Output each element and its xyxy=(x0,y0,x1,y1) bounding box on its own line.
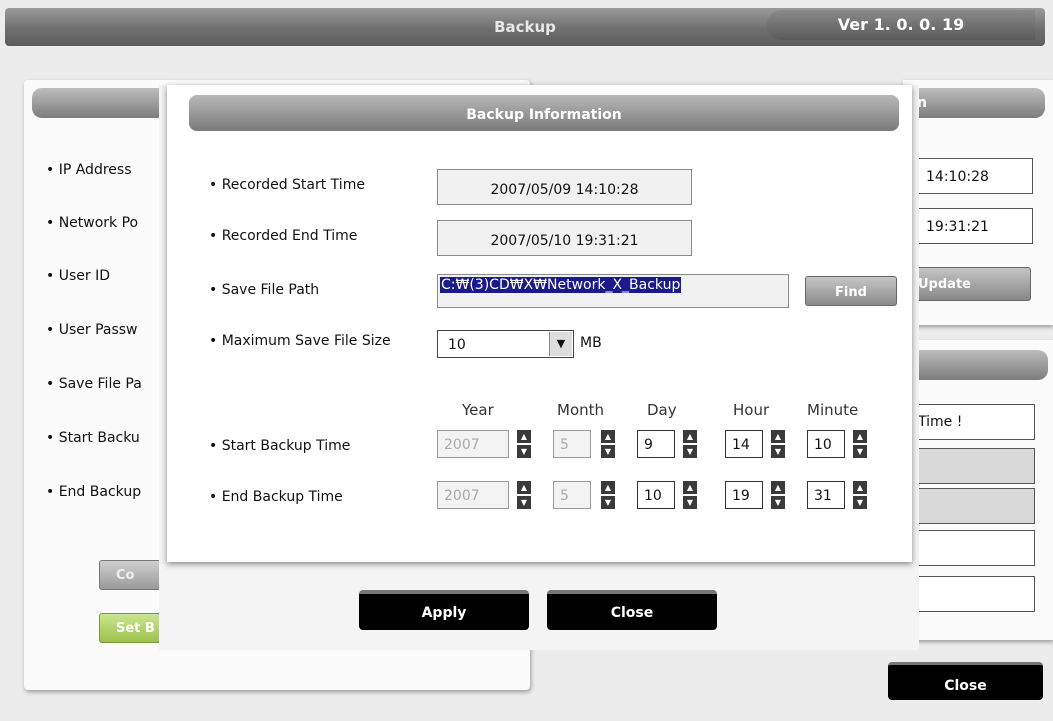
update-button[interactable]: Update xyxy=(913,267,1031,301)
spin-down-icon: ▼ xyxy=(601,496,615,509)
spin-up-icon: ▲ xyxy=(601,430,615,443)
dialog-title: Backup Information xyxy=(189,95,899,131)
recorded-end-value: 2007/05/10 19:31:21 xyxy=(437,220,692,256)
max-size-unit: MB xyxy=(580,335,602,351)
month-header: Month xyxy=(557,401,605,419)
apply-button[interactable]: Apply xyxy=(359,590,529,630)
start-backup-time-label: • Start Backup Time xyxy=(209,438,351,454)
hour-header: Hour xyxy=(733,401,770,419)
user-id-label: • User ID xyxy=(46,268,110,284)
user-password-label: • User Passw xyxy=(46,322,138,338)
spin-up-icon[interactable]: ▲ xyxy=(771,481,785,494)
end-minute-field[interactable]: 31 xyxy=(807,481,845,509)
max-size-value: 10 xyxy=(448,337,466,353)
status-message: Time ! xyxy=(913,404,1035,440)
save-file-path-label: • Save File Pa xyxy=(46,376,142,392)
start-month-field: 5 xyxy=(553,430,591,458)
backup-information-dialog: Backup Information • Recorded Start Time… xyxy=(159,85,919,650)
minute-header: Minute xyxy=(807,401,859,419)
status-panel: Time ! xyxy=(903,340,1053,640)
start-minute-spinner[interactable]: ▲ ▼ xyxy=(853,430,867,458)
record-info-header: n xyxy=(903,88,1045,118)
spin-up-icon: ▲ xyxy=(601,481,615,494)
spin-up-icon[interactable]: ▲ xyxy=(683,481,697,494)
end-day-field[interactable]: 10 xyxy=(637,481,675,509)
status-cell xyxy=(913,530,1035,566)
dialog-body: Backup Information • Recorded Start Time… xyxy=(167,85,912,562)
start-year-spinner: ▲ ▼ xyxy=(517,430,531,458)
day-header: Day xyxy=(647,401,677,419)
spin-down-icon: ▼ xyxy=(517,496,531,509)
spin-down-icon: ▼ xyxy=(517,445,531,458)
spin-down-icon[interactable]: ▼ xyxy=(683,496,697,509)
end-backup-label: • End Backup xyxy=(46,484,142,500)
save-path-label: • Save File Path xyxy=(209,282,320,298)
start-hour-field[interactable]: 14 xyxy=(725,430,763,458)
ip-address-label: • IP Address xyxy=(46,162,132,178)
spin-down-icon[interactable]: ▼ xyxy=(683,445,697,458)
record-start-time-value: 14:10:28 xyxy=(913,158,1033,194)
spin-down-icon[interactable]: ▼ xyxy=(771,445,785,458)
spin-up-icon: ▲ xyxy=(517,430,531,443)
dropdown-arrow-icon[interactable]: ▼ xyxy=(549,332,572,356)
start-year-field: 2007 xyxy=(437,430,509,458)
start-day-field[interactable]: 9 xyxy=(637,430,675,458)
end-month-spinner: ▲ ▼ xyxy=(601,481,615,509)
find-button[interactable]: Find xyxy=(805,276,897,306)
recorded-start-label: • Recorded Start Time xyxy=(209,177,365,193)
status-panel-header xyxy=(903,350,1048,380)
year-header: Year xyxy=(462,401,494,419)
start-hour-spinner[interactable]: ▲ ▼ xyxy=(771,430,785,458)
status-cell xyxy=(913,488,1035,524)
max-size-label: • Maximum Save File Size xyxy=(209,333,391,349)
main-close-button[interactable]: Close xyxy=(888,662,1043,700)
version-label: Ver 1. 0. 0. 19 xyxy=(767,10,1035,40)
start-minute-field[interactable]: 10 xyxy=(807,430,845,458)
window-titlebar: Backup Ver 1. 0. 0. 19 xyxy=(5,8,1045,46)
end-backup-time-label: • End Backup Time xyxy=(209,489,343,505)
spin-down-icon[interactable]: ▼ xyxy=(853,496,867,509)
save-path-input[interactable]: C:₩(3)CD₩X₩Network_X_Backup xyxy=(437,274,789,308)
spin-up-icon[interactable]: ▲ xyxy=(853,430,867,443)
end-year-field: 2007 xyxy=(437,481,509,509)
status-cell xyxy=(913,448,1035,484)
recorded-end-label: • Recorded End Time xyxy=(209,228,358,244)
start-month-spinner: ▲ ▼ xyxy=(601,430,615,458)
save-path-value: C:₩(3)CD₩X₩Network_X_Backup xyxy=(440,277,682,293)
spin-up-icon[interactable]: ▲ xyxy=(683,430,697,443)
dialog-close-button[interactable]: Close xyxy=(547,590,717,630)
spin-up-icon: ▲ xyxy=(517,481,531,494)
end-day-spinner[interactable]: ▲ ▼ xyxy=(683,481,697,509)
end-year-spinner: ▲ ▼ xyxy=(517,481,531,509)
spin-up-icon[interactable]: ▲ xyxy=(853,481,867,494)
end-hour-field[interactable]: 19 xyxy=(725,481,763,509)
record-info-panel: n 14:10:28 19:31:21 Update xyxy=(903,80,1053,325)
max-size-select[interactable]: 10 ▼ xyxy=(437,330,574,358)
status-cell xyxy=(913,576,1035,612)
record-end-time-value: 19:31:21 xyxy=(913,208,1033,244)
network-port-label: • Network Po xyxy=(46,215,139,231)
spin-up-icon[interactable]: ▲ xyxy=(771,430,785,443)
end-minute-spinner[interactable]: ▲ ▼ xyxy=(853,481,867,509)
end-hour-spinner[interactable]: ▲ ▼ xyxy=(771,481,785,509)
spin-down-icon[interactable]: ▼ xyxy=(771,496,785,509)
end-month-field: 5 xyxy=(553,481,591,509)
start-backup-label: • Start Backu xyxy=(46,430,140,446)
spin-down-icon: ▼ xyxy=(601,445,615,458)
recorded-start-value: 2007/05/09 14:10:28 xyxy=(437,169,692,205)
start-day-spinner[interactable]: ▲ ▼ xyxy=(683,430,697,458)
spin-down-icon[interactable]: ▼ xyxy=(853,445,867,458)
